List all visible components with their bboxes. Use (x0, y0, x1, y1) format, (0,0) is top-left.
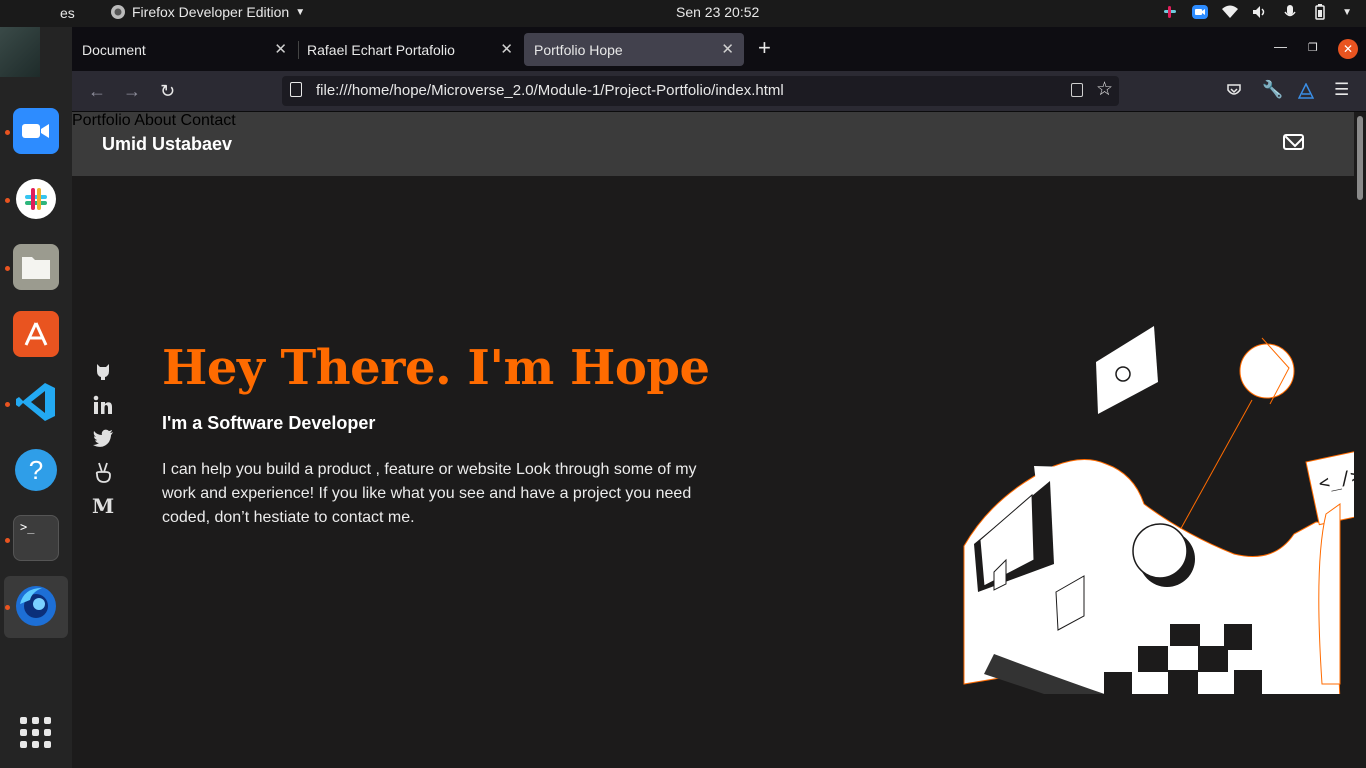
url-bar[interactable]: file:///home/hope/Microverse_2.0/Module-… (282, 76, 1119, 106)
pocket-icon[interactable] (1226, 83, 1242, 99)
zoom-tray-icon[interactable] (1192, 4, 1209, 20)
microphone-icon[interactable] (1282, 4, 1298, 20)
terminal-icon[interactable]: >_ (13, 515, 59, 561)
twitter-icon[interactable] (92, 428, 114, 450)
app-menu-label: Firefox Developer Edition (132, 4, 290, 20)
reader-view-icon[interactable] (1071, 83, 1083, 97)
browser-nav-bar: ← → ↻ file:///home/hope/Microverse_2.0/M… (72, 71, 1366, 112)
angellist-icon[interactable] (92, 462, 114, 484)
bookmark-star-icon[interactable]: ☆ (1096, 78, 1113, 101)
medium-icon[interactable]: M (92, 494, 114, 518)
restore-icon[interactable]: ❐ (1308, 41, 1318, 54)
hanging-circle (1239, 343, 1295, 399)
hero-title: Hey There. I'm Hope (162, 340, 710, 396)
running-indicator (5, 130, 10, 135)
wrench-icon[interactable]: 🔧 (1262, 80, 1283, 100)
running-indicator (5, 198, 10, 203)
slack-tray-icon[interactable] (1162, 4, 1178, 20)
new-tab-icon[interactable]: + (758, 35, 771, 61)
hero-illustration: <</> <_/> (963, 326, 1354, 694)
app-store-icon[interactable] (13, 311, 59, 357)
reload-icon[interactable]: ↻ (160, 81, 175, 102)
tab-title: Rafael Echart Portafolio (307, 41, 455, 58)
forward-icon[interactable]: → (123, 81, 141, 102)
page-info-icon[interactable] (290, 82, 302, 97)
running-indicator (5, 605, 10, 610)
battery-icon[interactable] (1312, 4, 1328, 20)
system-tray[interactable]: ▼ (1162, 4, 1352, 20)
hamburger-menu-icon[interactable]: ☰ (1334, 80, 1349, 100)
back-icon[interactable]: ← (88, 81, 106, 102)
volume-icon[interactable] (1252, 4, 1268, 20)
power-menu-chevron-icon[interactable]: ▼ (1342, 7, 1352, 18)
vscode-icon[interactable] (13, 379, 59, 425)
nav-link-contact[interactable]: Contact (181, 112, 236, 129)
svg-text:?: ? (29, 455, 43, 485)
scrollbar-thumb[interactable] (1357, 116, 1363, 200)
github-icon[interactable] (92, 360, 114, 382)
clock[interactable]: Sen 23 20:52 (676, 4, 759, 20)
dock: ? >_ (0, 27, 72, 768)
help-icon[interactable]: ? (13, 447, 59, 493)
mail-icon[interactable] (1283, 134, 1304, 150)
nav-link-portfolio[interactable]: Portfolio (72, 112, 131, 129)
tab-portfolio-hope[interactable]: Portfolio Hope ✕ (524, 33, 744, 66)
running-indicator (5, 266, 10, 271)
wifi-icon[interactable] (1222, 4, 1239, 20)
linkedin-icon[interactable] (92, 394, 114, 416)
files-icon[interactable] (13, 244, 59, 290)
page-scrollbar[interactable] (1354, 112, 1366, 768)
tab-title: Document (82, 41, 146, 58)
close-icon[interactable]: ✕ (721, 40, 734, 58)
minimize-icon[interactable]: — (1274, 39, 1287, 54)
browser-tab-bar: Document ✕ Rafael Echart Portafolio ✕ Po… (72, 27, 1366, 71)
site-header: Umid Ustabaev Portfolio About Contact (72, 112, 1354, 176)
close-icon[interactable]: ✕ (274, 40, 287, 58)
wallpaper-fragment (0, 27, 40, 77)
running-indicator (5, 538, 10, 543)
system-top-bar: es Firefox Developer Edition ▼ Sen 23 20… (0, 0, 1366, 27)
firefox-icon[interactable] (13, 583, 59, 629)
hero-description: I can help you build a product , feature… (162, 461, 697, 526)
url-input[interactable]: file:///home/hope/Microverse_2.0/Module-… (316, 82, 784, 99)
floating-card (1096, 326, 1158, 414)
running-indicator (5, 402, 10, 407)
tab-rafael-portfolio[interactable]: Rafael Echart Portafolio ✕ (297, 33, 523, 66)
activities-button[interactable]: es (60, 5, 75, 21)
tab-title: Portfolio Hope (534, 41, 623, 58)
site-logo[interactable]: Umid Ustabaev (102, 134, 232, 155)
chevron-down-icon: ▼ (295, 6, 306, 18)
slack-icon[interactable] (13, 176, 59, 222)
nav-link-about[interactable]: About (134, 112, 176, 129)
app-grid-icon[interactable] (20, 717, 52, 749)
window-close-icon[interactable]: ✕ (1338, 39, 1358, 59)
tab-document[interactable]: Document ✕ (72, 33, 297, 66)
web-page: Umid Ustabaev Portfolio About Contact M … (72, 112, 1354, 768)
close-icon[interactable]: ✕ (500, 40, 513, 58)
firefox-account-icon[interactable] (1298, 83, 1314, 99)
zoom-icon[interactable] (13, 108, 59, 154)
firefox-dev-icon (111, 5, 125, 19)
app-menu[interactable]: Firefox Developer Edition ▼ (110, 4, 305, 20)
hero-subtitle: I'm a Software Developer (162, 413, 376, 433)
